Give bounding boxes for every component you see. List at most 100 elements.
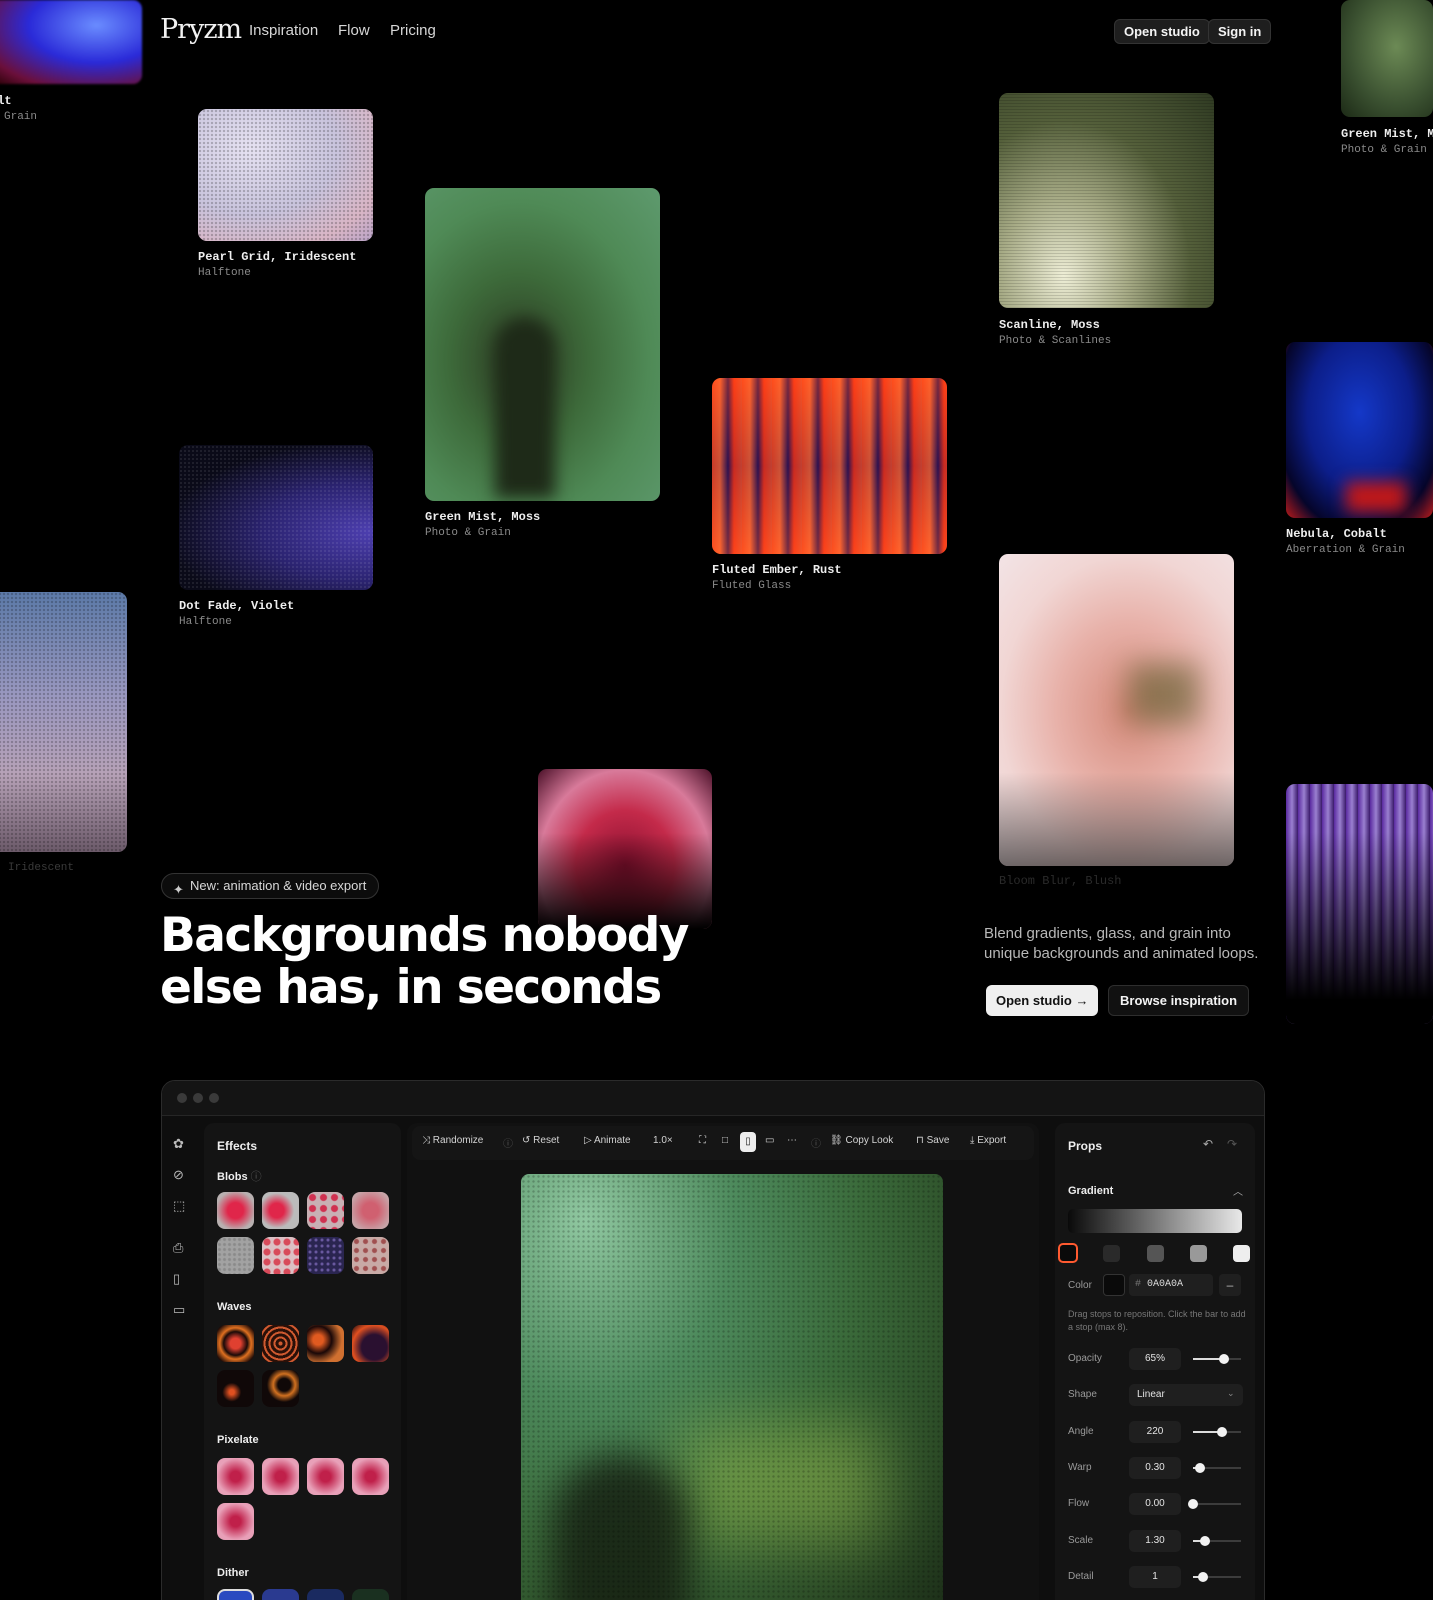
randomize-button[interactable]: ⤨ Randomize (422, 1135, 483, 1146)
prop-value-input[interactable]: 220 (1129, 1420, 1181, 1443)
blob-preset[interactable] (217, 1192, 254, 1229)
gradient-stop-selected[interactable] (1058, 1243, 1078, 1263)
gradient-stop[interactable] (1233, 1245, 1250, 1262)
nav-inspiration[interactable]: Inspiration (249, 22, 318, 39)
copy-look-button[interactable]: ⛓ Copy Look (830, 1135, 893, 1146)
nav-flow[interactable]: Flow (338, 22, 370, 39)
wave-preset[interactable] (217, 1325, 254, 1362)
prop-slider[interactable] (1193, 1462, 1241, 1473)
blob-preset[interactable] (307, 1192, 344, 1229)
slider-knob[interactable] (1195, 1462, 1206, 1473)
wave-preset[interactable] (262, 1325, 299, 1362)
prop-slider[interactable] (1193, 1535, 1241, 1546)
pixelate-preset[interactable] (307, 1458, 344, 1495)
folder-icon[interactable]: ▭ (173, 1302, 185, 1318)
card-subtitle: Fluted Glass (712, 580, 792, 592)
card-image (0, 0, 142, 84)
wave-preset[interactable] (307, 1325, 344, 1362)
shape-select[interactable]: Linear (1129, 1384, 1243, 1407)
prop-slider[interactable] (1193, 1571, 1241, 1582)
square-ratio-icon[interactable]: □ (722, 1135, 728, 1146)
save-button[interactable]: ⊓ Save (916, 1135, 949, 1146)
dither-preset[interactable] (262, 1589, 299, 1600)
prop-slider[interactable] (1188, 1499, 1241, 1510)
chevron-up-icon[interactable]: ︿ (1233, 1183, 1243, 1198)
dither-preset[interactable] (352, 1589, 389, 1600)
section-blobs: Blobs ⓘ (217, 1171, 262, 1183)
prop-slider[interactable] (1193, 1354, 1241, 1364)
landscape-ratio-icon[interactable]: ▭ (765, 1135, 774, 1146)
blob-preset[interactable] (352, 1192, 389, 1229)
canvas-toolbar: ⤨ Randomize ⓘ ↺ Reset ▷ Animate 1.0× ⛶ □… (412, 1126, 1034, 1160)
slider-knob[interactable] (1188, 1499, 1198, 1510)
redo-icon[interactable]: ↷ (1227, 1137, 1237, 1151)
speed-selector[interactable]: 1.0× (653, 1135, 673, 1146)
gradient-bar[interactable] (1068, 1209, 1242, 1233)
more-icon[interactable]: ⋯ (787, 1135, 797, 1146)
gradient-hint: Drag stops to reposition. Click the bar … (1068, 1309, 1246, 1332)
blob-preset[interactable] (352, 1237, 389, 1274)
prop-value-input[interactable]: 1 (1129, 1565, 1181, 1588)
undo-icon[interactable]: ↶ (1203, 1137, 1213, 1151)
pixelate-preset[interactable] (217, 1503, 254, 1540)
open-studio-cta[interactable]: Open studio → (986, 985, 1099, 1016)
slider-knob[interactable] (1219, 1354, 1230, 1364)
card-title: Green Mist, M (1341, 127, 1433, 141)
nav-pricing[interactable]: Pricing (390, 22, 436, 39)
blob-preset[interactable] (217, 1237, 254, 1274)
gradient-stop[interactable] (1103, 1245, 1120, 1262)
card-subtitle: Halftone (179, 616, 232, 628)
card-title: Fluted Ember, Rust (712, 563, 842, 577)
open-studio-button[interactable]: Open studio (1114, 19, 1210, 44)
info-icon: ⓘ (811, 1139, 821, 1150)
fullscreen-icon[interactable]: ⛶ (699, 1135, 706, 1146)
prop-value-input[interactable]: 65% (1129, 1348, 1181, 1370)
sign-in-button[interactable]: Sign in (1208, 19, 1272, 44)
dither-preset[interactable] (217, 1589, 254, 1600)
color-hex-input[interactable]: # 0A0A0A (1129, 1274, 1213, 1296)
card-title: Pearl Grid, Iridescent (198, 250, 357, 264)
remove-stop-button[interactable]: – (1219, 1274, 1241, 1296)
announcement-badge[interactable]: ✦ New: animation & video export (161, 873, 380, 899)
browse-inspiration-button[interactable]: Browse inspiration (1108, 985, 1250, 1016)
slider-knob[interactable] (1200, 1535, 1211, 1546)
select-icon[interactable]: ⬚ (173, 1198, 185, 1214)
link-icon: ⛓ (830, 1135, 843, 1146)
link-icon[interactable]: ⊘ (173, 1167, 184, 1183)
wave-preset[interactable] (352, 1325, 389, 1362)
bookmark-icon[interactable]: ▯ (173, 1271, 180, 1287)
prop-value-input[interactable]: 0.00 (1129, 1493, 1181, 1516)
pixelate-preset[interactable] (262, 1458, 299, 1495)
prop-label: Warp (1068, 1461, 1092, 1473)
wave-preset[interactable] (217, 1370, 254, 1407)
gradient-stop[interactable] (1147, 1245, 1164, 1262)
wave-preset[interactable] (262, 1370, 299, 1407)
portrait-ratio-icon[interactable]: ▯ (740, 1132, 756, 1152)
gradient-stop[interactable] (1190, 1245, 1207, 1262)
pixelate-preset[interactable] (217, 1458, 254, 1495)
window-dot (209, 1093, 219, 1103)
reset-button[interactable]: ↺ Reset (522, 1135, 559, 1146)
blob-preset[interactable] (262, 1192, 299, 1229)
slider-knob[interactable] (1197, 1571, 1208, 1582)
prop-value-input[interactable]: 1.30 (1129, 1529, 1181, 1552)
printer-icon[interactable]: ⎙ (173, 1240, 183, 1256)
card-subtitle: Photo & Scanlines (999, 335, 1112, 347)
card-image (0, 592, 127, 852)
dither-preset[interactable] (307, 1589, 344, 1600)
shuffle-icon: ⤨ (422, 1135, 430, 1146)
prop-slider[interactable] (1193, 1426, 1241, 1437)
blob-preset[interactable] (307, 1237, 344, 1274)
export-button[interactable]: ⤓ Export (970, 1135, 1006, 1146)
flower-icon[interactable]: ✿ (173, 1136, 184, 1152)
blob-preset[interactable] (262, 1237, 299, 1274)
animate-button[interactable]: ▷ Animate (584, 1135, 631, 1146)
card-image (179, 445, 373, 590)
color-swatch[interactable] (1103, 1274, 1125, 1296)
prop-value-input[interactable]: 0.30 (1129, 1456, 1181, 1479)
pixelate-preset[interactable] (352, 1458, 389, 1495)
preview-canvas[interactable] (521, 1174, 943, 1600)
card-subtitle: Halftone (198, 267, 251, 279)
slider-knob[interactable] (1217, 1426, 1228, 1437)
logo[interactable]: Pryzm (160, 14, 242, 45)
